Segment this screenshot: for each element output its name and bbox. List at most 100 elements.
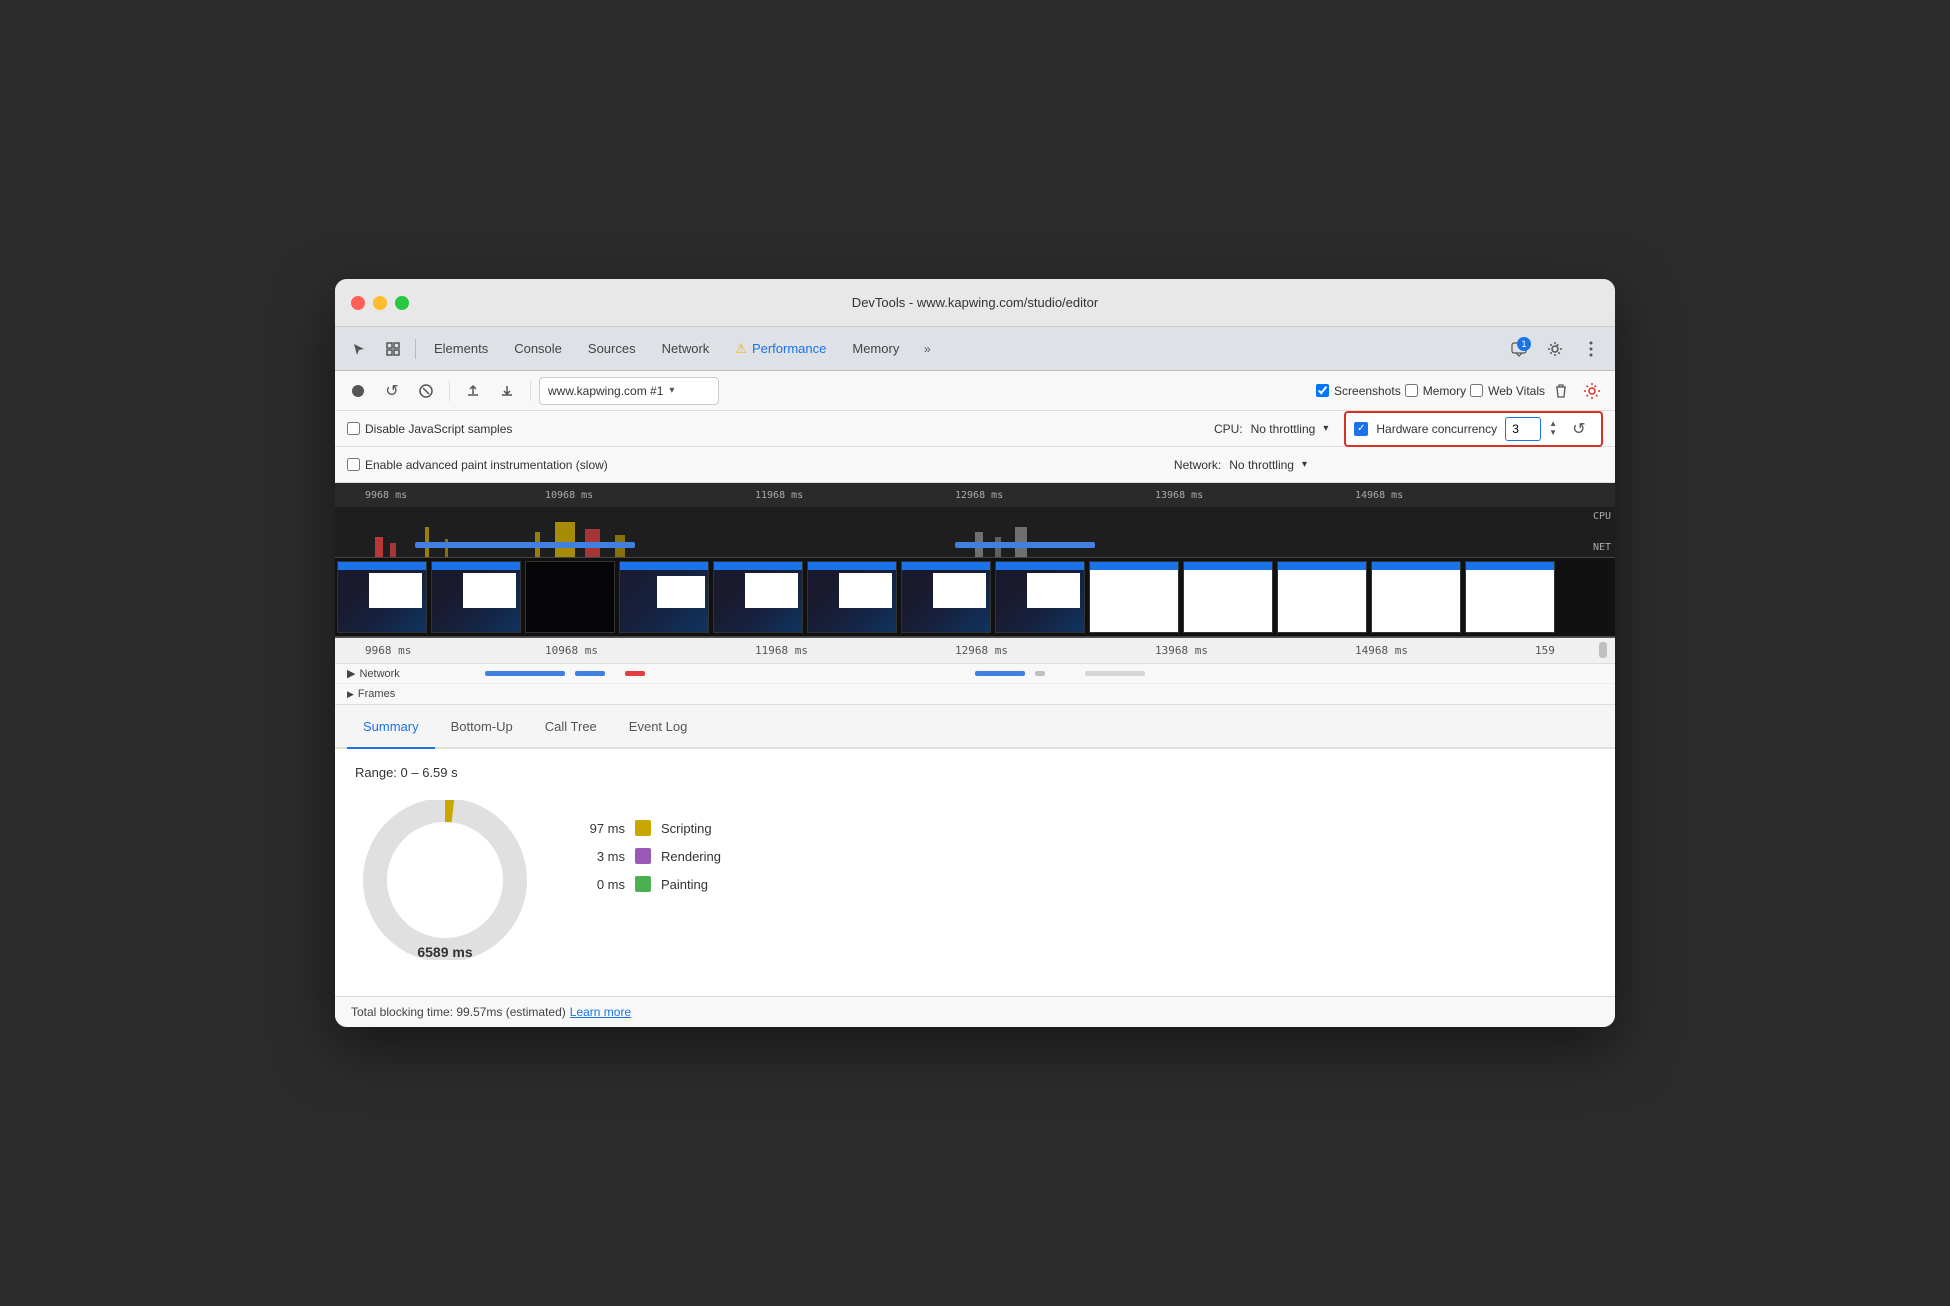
warning-icon: ⚠: [735, 341, 747, 357]
menu-button[interactable]: [1575, 333, 1607, 365]
ruler-label-4: 12968 ms: [955, 490, 1003, 501]
screenshot-10: [1183, 561, 1273, 633]
status-bar: Total blocking time: 99.57ms (estimated)…: [335, 996, 1615, 1027]
legend: 97 ms Scripting 3 ms Rendering 0 ms Pain…: [575, 800, 721, 892]
screenshot-4: [619, 561, 709, 633]
inspect-icon[interactable]: [377, 333, 409, 365]
network-expand-icon[interactable]: ▶: [347, 667, 355, 680]
lower-ruler: 9968 ms 10968 ms 11968 ms 12968 ms 13968…: [335, 638, 1615, 664]
disable-js-checkbox[interactable]: [347, 422, 360, 435]
web-vitals-checkbox[interactable]: Web Vitals: [1470, 384, 1545, 398]
net-label: NET: [1593, 542, 1611, 553]
more-tabs-button[interactable]: »: [913, 335, 941, 363]
memory-checkbox[interactable]: Memory: [1405, 384, 1466, 398]
tab-elements[interactable]: Elements: [422, 333, 500, 365]
network-throttle-select[interactable]: No throttling ▾: [1229, 458, 1307, 472]
tab-sources[interactable]: Sources: [576, 333, 648, 365]
frames-label: Frames: [358, 688, 395, 700]
settings-button[interactable]: [1539, 333, 1571, 365]
lower-ruler-4: 12968 ms: [955, 644, 1008, 657]
lower-ruler-1: 9968 ms: [365, 644, 411, 657]
devtools-window: DevTools - www.kapwing.com/studio/editor…: [335, 279, 1615, 1027]
url-selector[interactable]: www.kapwing.com #1 ▾: [539, 377, 719, 405]
legend-scripting: 97 ms Scripting: [575, 820, 721, 836]
frames-row[interactable]: ▶ Frames: [335, 684, 1615, 704]
record-button[interactable]: [343, 376, 373, 406]
toolbar-row-1: ↺ www.kapwing.com #1 ▾ Screenshots Memor…: [335, 371, 1615, 411]
painting-value: 0 ms: [575, 877, 625, 892]
reload-button[interactable]: ↺: [377, 376, 407, 406]
trash-button[interactable]: [1549, 379, 1573, 403]
screenshot-6: [807, 561, 897, 633]
screenshots-checkbox-input[interactable]: [1316, 384, 1329, 397]
stop-button[interactable]: [411, 376, 441, 406]
tab-event-log[interactable]: Event Log: [613, 705, 704, 749]
notification-badge: 1: [1517, 337, 1531, 351]
screenshot-5: [713, 561, 803, 633]
scripting-label: Scripting: [661, 821, 712, 836]
screenshot-3: [525, 561, 615, 633]
enable-paint-option[interactable]: Enable advanced paint instrumentation (s…: [347, 458, 608, 472]
legend-painting: 0 ms Painting: [575, 876, 721, 892]
hw-concurrency-checkbox[interactable]: ✓: [1354, 422, 1368, 436]
cursor-icon[interactable]: [343, 333, 375, 365]
tab-memory[interactable]: Memory: [840, 333, 911, 365]
cpu-throttle-select[interactable]: No throttling ▾: [1251, 422, 1329, 436]
close-button[interactable]: [351, 296, 365, 310]
maximize-button[interactable]: [395, 296, 409, 310]
range-text: Range: 0 – 6.59 s: [355, 765, 1595, 780]
status-text: Total blocking time: 99.57ms (estimated): [351, 1005, 566, 1019]
screenshot-11: [1277, 561, 1367, 633]
notifications-button[interactable]: 1: [1503, 333, 1535, 365]
hw-concurrency-reset[interactable]: ↺: [1565, 415, 1593, 443]
scripting-value: 97 ms: [575, 821, 625, 836]
bottom-tabs: Summary Bottom-Up Call Tree Event Log: [335, 705, 1615, 749]
painting-color: [635, 876, 651, 892]
enable-paint-checkbox[interactable]: [347, 458, 360, 471]
screenshots-checkbox[interactable]: Screenshots: [1316, 384, 1401, 398]
tab-performance[interactable]: ⚠ Performance: [723, 333, 838, 365]
minimize-button[interactable]: [373, 296, 387, 310]
hardware-concurrency-group: ✓ Hardware concurrency 3 ▲ ▼ ↺: [1344, 411, 1603, 447]
scripting-color: [635, 820, 651, 836]
network-track-row: ▶ Network: [335, 664, 1615, 684]
tab-bottom-up[interactable]: Bottom-Up: [435, 705, 529, 749]
tab-call-tree[interactable]: Call Tree: [529, 705, 613, 749]
screenshot-1: [337, 561, 427, 633]
rendering-color: [635, 848, 651, 864]
ruler-label-1: 9968 ms: [365, 490, 407, 501]
toolbar-separator-1: [449, 381, 450, 401]
cpu-track: CPU NET: [335, 507, 1615, 557]
pie-chart: 6589 ms: [355, 800, 535, 980]
hw-concurrency-input[interactable]: 3: [1505, 417, 1541, 441]
tab-network[interactable]: Network: [650, 333, 722, 365]
tab-console[interactable]: Console: [502, 333, 574, 365]
net-bar-2: [575, 671, 605, 676]
tracks-area: ▶ Network ▶ Frames: [335, 664, 1615, 705]
window-title: DevTools - www.kapwing.com/studio/editor: [852, 295, 1098, 310]
painting-label: Painting: [661, 877, 708, 892]
screenshot-7: [901, 561, 991, 633]
screenshot-12: [1371, 561, 1461, 633]
screenshot-2: [431, 561, 521, 633]
tab-summary[interactable]: Summary: [347, 705, 435, 749]
net-bar-3: [625, 671, 645, 676]
title-bar: DevTools - www.kapwing.com/studio/editor: [335, 279, 1615, 327]
web-vitals-checkbox-input[interactable]: [1470, 384, 1483, 397]
summary-panel: Range: 0 – 6.59 s 6589 ms 97 ms Scripti: [335, 749, 1615, 996]
net-bar-6: [1085, 671, 1145, 676]
hw-concurrency-spinner[interactable]: ▲ ▼: [1549, 420, 1557, 437]
ruler-label-5: 13968 ms: [1155, 490, 1203, 501]
memory-checkbox-input[interactable]: [1405, 384, 1418, 397]
tab-bar: Elements Console Sources Network ⚠ Perfo…: [335, 327, 1615, 371]
options-row: Disable JavaScript samples CPU: No throt…: [335, 411, 1615, 447]
learn-more-link[interactable]: Learn more: [570, 1005, 631, 1019]
download-button[interactable]: [492, 376, 522, 406]
scroll-thumb[interactable]: [1599, 642, 1607, 658]
settings-red-button[interactable]: [1577, 376, 1607, 406]
upload-button[interactable]: [458, 376, 488, 406]
network-throttle-group: Network: No throttling ▾: [1174, 458, 1307, 472]
cpu-throttle-group: CPU: No throttling ▾: [1214, 422, 1328, 436]
timeline-ruler: 9968 ms 10968 ms 11968 ms 12968 ms 13968…: [335, 483, 1615, 507]
disable-js-samples-option[interactable]: Disable JavaScript samples: [347, 422, 512, 436]
